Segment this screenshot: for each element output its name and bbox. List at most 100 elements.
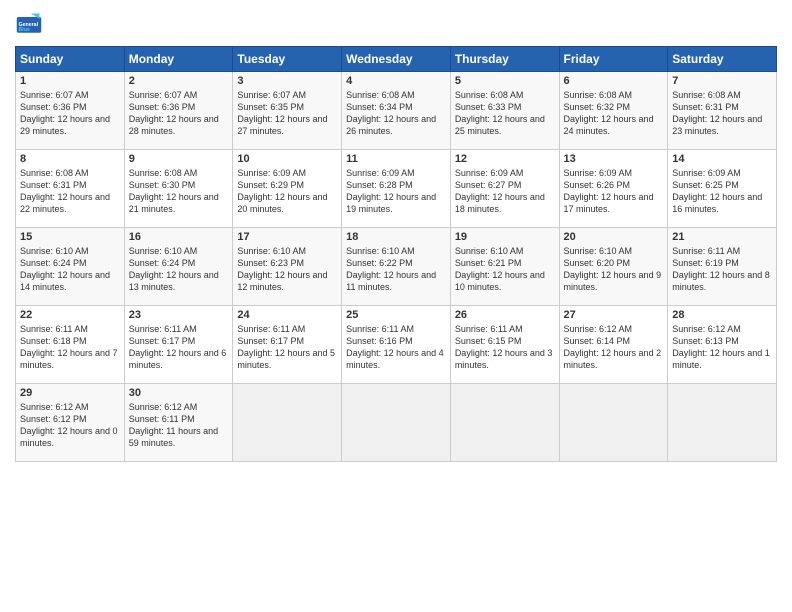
- calendar-cell: 13 Sunrise: 6:09 AM Sunset: 6:26 PM Dayli…: [559, 150, 668, 228]
- calendar-week-3: 15 Sunrise: 6:10 AM Sunset: 6:24 PM Dayli…: [16, 228, 777, 306]
- calendar-header-sunday: Sunday: [16, 47, 125, 72]
- day-number: 20: [564, 231, 664, 243]
- day-number: 6: [564, 75, 664, 87]
- calendar-cell: 1Sunrise: 6:07 AM Sunset: 6:36 PM Daylig…: [16, 72, 125, 150]
- day-number: 28: [672, 309, 772, 321]
- svg-text:Blue: Blue: [19, 27, 30, 33]
- cell-text: Sunrise: 6:10 AM Sunset: 6:23 PM Dayligh…: [237, 245, 337, 294]
- day-number: 12: [455, 153, 555, 165]
- calendar-cell: 20 Sunrise: 6:10 AM Sunset: 6:20 PM Dayli…: [559, 228, 668, 306]
- calendar-cell: 9Sunrise: 6:08 AM Sunset: 6:30 PM Daylig…: [124, 150, 233, 228]
- day-number: 11: [346, 153, 446, 165]
- day-number: 24: [237, 309, 337, 321]
- day-number: 27: [564, 309, 664, 321]
- calendar-cell: 12 Sunrise: 6:09 AM Sunset: 6:27 PM Dayli…: [450, 150, 559, 228]
- logo: General Blue: [15, 10, 43, 38]
- calendar-cell: 27 Sunrise: 6:12 AM Sunset: 6:14 PM Dayli…: [559, 306, 668, 384]
- day-number: 2: [129, 75, 229, 87]
- calendar-week-1: 1 Sunrise: 6:07 AM Sunset: 6:36 PM Daylig…: [16, 72, 777, 150]
- cell-text: Sunrise: 6:12 AM Sunset: 6:14 PM Dayligh…: [564, 323, 664, 372]
- cell-text: Sunrise: 6:08 AM Sunset: 6:34 PM Dayligh…: [346, 89, 446, 138]
- calendar-header-row: SundayMondayTuesdayWednesdayThursdayFrid…: [16, 47, 777, 72]
- calendar-header-monday: Monday: [124, 47, 233, 72]
- calendar-cell: 17 Sunrise: 6:10 AM Sunset: 6:23 PM Dayli…: [233, 228, 342, 306]
- calendar-cell: 11 Sunrise: 6:09 AM Sunset: 6:28 PM Dayli…: [342, 150, 451, 228]
- calendar-header-thursday: Thursday: [450, 47, 559, 72]
- day-number: 9: [129, 153, 229, 165]
- day-number: 23: [129, 309, 229, 321]
- cell-text: Sunrise: 6:11 AM Sunset: 6:16 PM Dayligh…: [346, 323, 446, 372]
- day-number: 7: [672, 75, 772, 87]
- calendar-cell: 2 Sunrise: 6:07 AM Sunset: 6:36 PM Daylig…: [124, 72, 233, 150]
- calendar-cell: 25 Sunrise: 6:11 AM Sunset: 6:16 PM Dayli…: [342, 306, 451, 384]
- calendar-cell: 24 Sunrise: 6:11 AM Sunset: 6:17 PM Dayli…: [233, 306, 342, 384]
- cell-text: Sunrise: 6:09 AM Sunset: 6:27 PM Dayligh…: [455, 167, 555, 216]
- cell-text: Sunrise: 6:07 AM Sunset: 6:36 PM Dayligh…: [129, 89, 229, 138]
- calendar-body: 1 Sunrise: 6:07 AM Sunset: 6:36 PM Daylig…: [16, 72, 777, 462]
- day-number: 3: [237, 75, 337, 87]
- cell-text: Sunrise: 6:10 AM Sunset: 6:22 PM Dayligh…: [346, 245, 446, 294]
- day-number: 4: [346, 75, 446, 87]
- calendar-cell: 23 Sunrise: 6:11 AM Sunset: 6:17 PM Dayli…: [124, 306, 233, 384]
- day-number: 18: [346, 231, 446, 243]
- day-number: 13: [564, 153, 664, 165]
- cell-text: Sunrise: 6:11 AM Sunset: 6:17 PM Dayligh…: [129, 323, 229, 372]
- calendar-cell: [342, 384, 451, 462]
- calendar-cell: 15 Sunrise: 6:10 AM Sunset: 6:24 PM Dayli…: [16, 228, 125, 306]
- calendar-cell: 10 Sunrise: 6:09 AM Sunset: 6:29 PM Dayli…: [233, 150, 342, 228]
- cell-text: Sunrise: 6:11 AM Sunset: 6:17 PM Dayligh…: [237, 323, 337, 372]
- day-number: 25: [346, 309, 446, 321]
- calendar-cell: 26 Sunrise: 6:11 AM Sunset: 6:15 PM Dayli…: [450, 306, 559, 384]
- day-number: 5: [455, 75, 555, 87]
- day-number: 15: [20, 231, 120, 243]
- cell-text: Sunrise: 6:09 AM Sunset: 6:29 PM Dayligh…: [237, 167, 337, 216]
- cell-text: Sunrise: 6:09 AM Sunset: 6:28 PM Dayligh…: [346, 167, 446, 216]
- cell-text: Sunrise: 6:12 AM Sunset: 6:13 PM Dayligh…: [672, 323, 772, 372]
- calendar-cell: 3 Sunrise: 6:07 AM Sunset: 6:35 PM Daylig…: [233, 72, 342, 150]
- header: General Blue: [15, 10, 777, 38]
- calendar-cell: [450, 384, 559, 462]
- calendar-cell: [668, 384, 777, 462]
- cell-text: Sunrise: 6:08 AM Sunset: 6:33 PM Dayligh…: [455, 89, 555, 138]
- cell-text: Sunrise: 6:09 AM Sunset: 6:25 PM Dayligh…: [672, 167, 772, 216]
- calendar-table: SundayMondayTuesdayWednesdayThursdayFrid…: [15, 46, 777, 462]
- cell-text: Sunrise: 6:08 AM Sunset: 6:31 PM Dayligh…: [672, 89, 772, 138]
- day-number: 26: [455, 309, 555, 321]
- calendar-cell: 21 Sunrise: 6:11 AM Sunset: 6:19 PM Dayli…: [668, 228, 777, 306]
- calendar-header-friday: Friday: [559, 47, 668, 72]
- calendar-header-wednesday: Wednesday: [342, 47, 451, 72]
- cell-text: Sunrise: 6:10 AM Sunset: 6:20 PM Dayligh…: [564, 245, 664, 294]
- calendar-cell: 29Sunrise: 6:12 AM Sunset: 6:12 PM Dayli…: [16, 384, 125, 462]
- cell-text: Sunrise: 6:11 AM Sunset: 6:18 PM Dayligh…: [20, 323, 120, 372]
- day-number: 21: [672, 231, 772, 243]
- calendar-cell: 7 Sunrise: 6:08 AM Sunset: 6:31 PM Daylig…: [668, 72, 777, 150]
- day-number: 14: [672, 153, 772, 165]
- cell-text: Sunrise: 6:10 AM Sunset: 6:24 PM Dayligh…: [20, 245, 120, 294]
- calendar-cell: 5 Sunrise: 6:08 AM Sunset: 6:33 PM Daylig…: [450, 72, 559, 150]
- cell-text: Sunrise: 6:12 AM Sunset: 6:11 PM Dayligh…: [129, 401, 229, 450]
- cell-text: Sunrise: 6:10 AM Sunset: 6:21 PM Dayligh…: [455, 245, 555, 294]
- day-number: 10: [237, 153, 337, 165]
- cell-text: Sunrise: 6:10 AM Sunset: 6:24 PM Dayligh…: [129, 245, 229, 294]
- calendar-cell: 16Sunrise: 6:10 AM Sunset: 6:24 PM Dayli…: [124, 228, 233, 306]
- calendar-week-5: 29Sunrise: 6:12 AM Sunset: 6:12 PM Dayli…: [16, 384, 777, 462]
- calendar-cell: 30 Sunrise: 6:12 AM Sunset: 6:11 PM Dayli…: [124, 384, 233, 462]
- day-number: 30: [129, 387, 229, 399]
- day-number: 17: [237, 231, 337, 243]
- day-number: 1: [20, 75, 120, 87]
- calendar-cell: 28 Sunrise: 6:12 AM Sunset: 6:13 PM Dayli…: [668, 306, 777, 384]
- calendar-cell: 22 Sunrise: 6:11 AM Sunset: 6:18 PM Dayli…: [16, 306, 125, 384]
- calendar-cell: 4 Sunrise: 6:08 AM Sunset: 6:34 PM Daylig…: [342, 72, 451, 150]
- cell-text: Sunrise: 6:08 AM Sunset: 6:31 PM Dayligh…: [20, 167, 120, 216]
- cell-text: Sunrise: 6:09 AM Sunset: 6:26 PM Dayligh…: [564, 167, 664, 216]
- day-number: 19: [455, 231, 555, 243]
- page-container: General Blue SundayMondayTuesdayWednesda…: [0, 0, 792, 612]
- calendar-cell: 19 Sunrise: 6:10 AM Sunset: 6:21 PM Dayli…: [450, 228, 559, 306]
- day-number: 8: [20, 153, 120, 165]
- calendar-cell: 6Sunrise: 6:08 AM Sunset: 6:32 PM Daylig…: [559, 72, 668, 150]
- day-number: 22: [20, 309, 120, 321]
- calendar-header-saturday: Saturday: [668, 47, 777, 72]
- cell-text: Sunrise: 6:11 AM Sunset: 6:19 PM Dayligh…: [672, 245, 772, 294]
- cell-text: Sunrise: 6:11 AM Sunset: 6:15 PM Dayligh…: [455, 323, 555, 372]
- cell-text: Sunrise: 6:07 AM Sunset: 6:35 PM Dayligh…: [237, 89, 337, 138]
